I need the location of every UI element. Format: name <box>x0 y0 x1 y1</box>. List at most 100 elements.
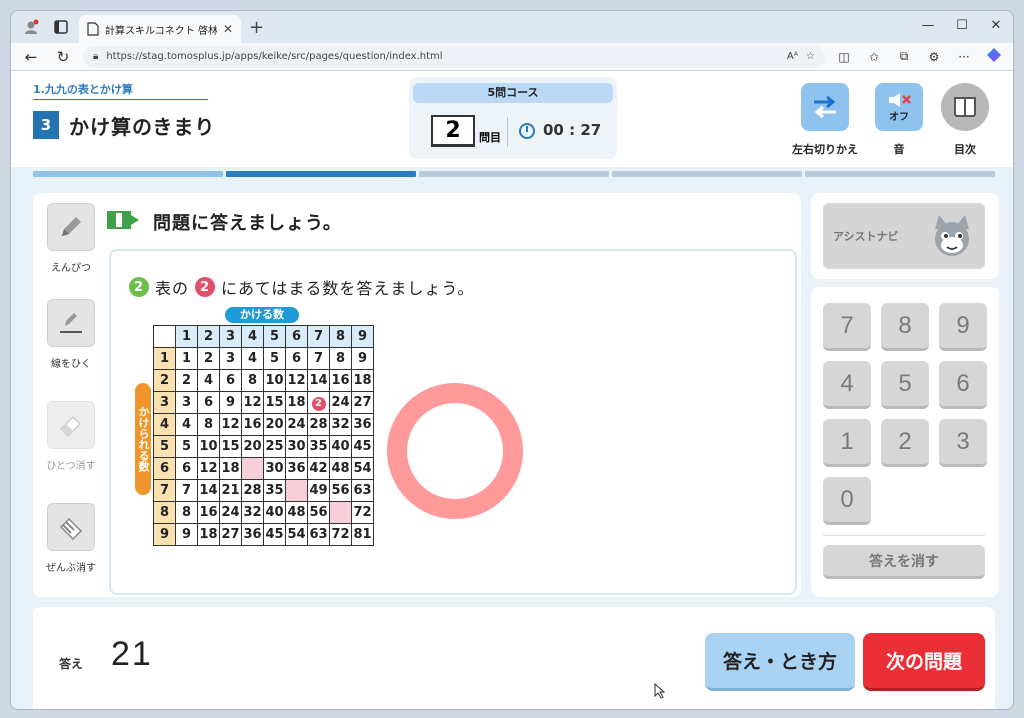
erase-all-tool[interactable]: ぜんぶ消す <box>45 503 97 574</box>
question-card: えんぴつ 線をひく ひとつ消す ぜんぶ消す 問題に答えましょう。 2 表の 2 … <box>33 193 801 597</box>
close-tab-icon[interactable]: ✕ <box>223 22 233 36</box>
assist-navi-button[interactable]: アシストナビ <box>823 203 985 269</box>
key-5[interactable]: 5 <box>881 361 929 409</box>
unit-title: 1.九九の表とかけ算 <box>33 81 208 100</box>
mouse-cursor-icon <box>654 682 666 703</box>
table-cell: 24 <box>219 501 242 524</box>
table-cell: 20 <box>241 435 264 458</box>
url-text: https://stag.tomosplus.jp/apps/keike/src… <box>106 51 443 62</box>
split-screen-icon[interactable]: ◫ <box>833 50 855 64</box>
column-header: 1 <box>175 325 198 348</box>
question-flag-icon <box>107 211 139 229</box>
table-cell: 27 <box>351 391 374 414</box>
table-cell: 9 <box>351 347 374 370</box>
eraser-icon <box>59 415 82 438</box>
favorites-icon[interactable]: ✩ <box>863 50 885 64</box>
url-field[interactable]: 🔒︎ https://stag.tomosplus.jp/apps/keike/… <box>83 45 825 68</box>
table-cell: 36 <box>241 523 264 546</box>
minimize-icon[interactable]: — <box>911 11 945 39</box>
next-question-button[interactable]: 次の問題 <box>863 633 985 691</box>
key-1[interactable]: 1 <box>823 419 871 467</box>
pencil-button[interactable] <box>47 203 95 251</box>
key-4[interactable]: 4 <box>823 361 871 409</box>
progress-segment <box>33 171 223 177</box>
table-cell: 2 <box>175 369 198 392</box>
table-cell: 32 <box>329 413 352 436</box>
copilot-icon[interactable] <box>983 47 1005 66</box>
table-cell: 18 <box>351 369 374 392</box>
row-header: 1 <box>153 347 176 370</box>
table-cell: 12 <box>197 457 220 480</box>
table-cell: 56 <box>329 479 352 502</box>
contents-button[interactable] <box>941 83 989 131</box>
line-button[interactable] <box>47 299 95 347</box>
close-window-icon[interactable]: ✕ <box>979 11 1013 39</box>
extensions-icon[interactable]: ⚙ <box>923 50 945 64</box>
erase-one-tool[interactable]: ひとつ消す <box>45 401 97 472</box>
back-icon[interactable]: ← <box>19 48 43 66</box>
table-row: 6 6 12 18 30 36 42 48 54 <box>153 457 374 480</box>
row-header: 8 <box>153 501 176 524</box>
table-cell: 6 <box>285 347 308 370</box>
tab-actions-icon[interactable] <box>51 17 71 37</box>
profile-icon[interactable] <box>21 17 41 37</box>
table-cell: 40 <box>329 435 352 458</box>
table-cell: 56 <box>307 501 330 524</box>
table-cell: 8 <box>197 413 220 436</box>
answer-value: 21 <box>111 635 153 673</box>
table-cell: 8 <box>241 369 264 392</box>
address-bar: ← ↻ 🔒︎ https://stag.tomosplus.jp/apps/ke… <box>11 43 1013 71</box>
browser-tab[interactable]: 計算スキルコネクト 啓林館版 ✕ <box>79 15 241 43</box>
lock-icon[interactable]: 🔒︎ <box>93 51 98 62</box>
key-7[interactable]: 7 <box>823 303 871 351</box>
column-header: 9 <box>351 325 374 348</box>
key-6[interactable]: 6 <box>939 361 987 409</box>
read-aloud-icon[interactable]: Aᴬ <box>787 51 798 62</box>
clock-icon <box>519 123 535 139</box>
key-9[interactable]: 9 <box>939 303 987 351</box>
table-row: 4 4 8 12 16 20 24 28 32 36 <box>153 413 374 436</box>
row-header: 2 <box>153 369 176 392</box>
sub-question-text-a: 表の <box>155 279 190 298</box>
refresh-icon[interactable]: ↻ <box>51 48 75 66</box>
table-cell: 5 <box>175 435 198 458</box>
pencil-tool[interactable]: えんぴつ <box>45 203 97 274</box>
table-row: 2 2 4 6 8 10 12 14 16 18 <box>153 369 374 392</box>
table-cell: 21 <box>219 479 242 502</box>
key-0[interactable]: 0 <box>823 477 871 525</box>
book-icon <box>954 97 976 117</box>
multiplier-label: かける数 <box>225 307 299 323</box>
blank-cell <box>285 479 308 502</box>
key-2[interactable]: 2 <box>881 419 929 467</box>
erase-one-button[interactable] <box>47 401 95 449</box>
key-8[interactable]: 8 <box>881 303 929 351</box>
new-tab-icon[interactable]: + <box>249 17 264 38</box>
sound-toggle-button[interactable]: オフ <box>875 83 923 131</box>
switch-sides-button[interactable] <box>801 83 849 131</box>
answer-explanation-button[interactable]: 答え・とき方 <box>705 633 855 691</box>
app-area: 1.九九の表とかけ算 3 かけ算のきまり 5問コース 2 問目 00 : 27 … <box>11 71 1013 709</box>
more-icon[interactable]: ··· <box>953 50 975 64</box>
ruler-pencil-icon <box>60 313 82 333</box>
assist-panel: アシストナビ <box>811 193 999 279</box>
course-label: 5問コース <box>413 83 613 103</box>
title-bar: 計算スキルコネクト 啓林館版 ✕ + — ☐ ✕ <box>11 11 1013 43</box>
table-cell: 18 <box>197 523 220 546</box>
erase-all-button[interactable] <box>47 503 95 551</box>
row-header: 7 <box>153 479 176 502</box>
column-header: 8 <box>329 325 352 348</box>
pencil-label: えんぴつ <box>51 263 91 274</box>
table-cell: 32 <box>241 501 264 524</box>
table-cell: 6 <box>197 391 220 414</box>
maximize-icon[interactable]: ☐ <box>945 11 979 39</box>
table-cell: 45 <box>351 435 374 458</box>
table-cell: 36 <box>351 413 374 436</box>
question-area: 2 表の 2 にあてはまる数を答えましょう。 かける数 かけられる数 12345… <box>109 249 797 595</box>
line-tool[interactable]: 線をひく <box>45 299 97 370</box>
key-3[interactable]: 3 <box>939 419 987 467</box>
table-cell: 9 <box>175 523 198 546</box>
collections-icon[interactable]: ⧉ <box>893 49 915 64</box>
clear-answer-button[interactable]: 答えを消す <box>823 545 985 579</box>
favorite-icon[interactable]: ☆ <box>806 51 815 62</box>
pencil-icon <box>62 217 81 236</box>
